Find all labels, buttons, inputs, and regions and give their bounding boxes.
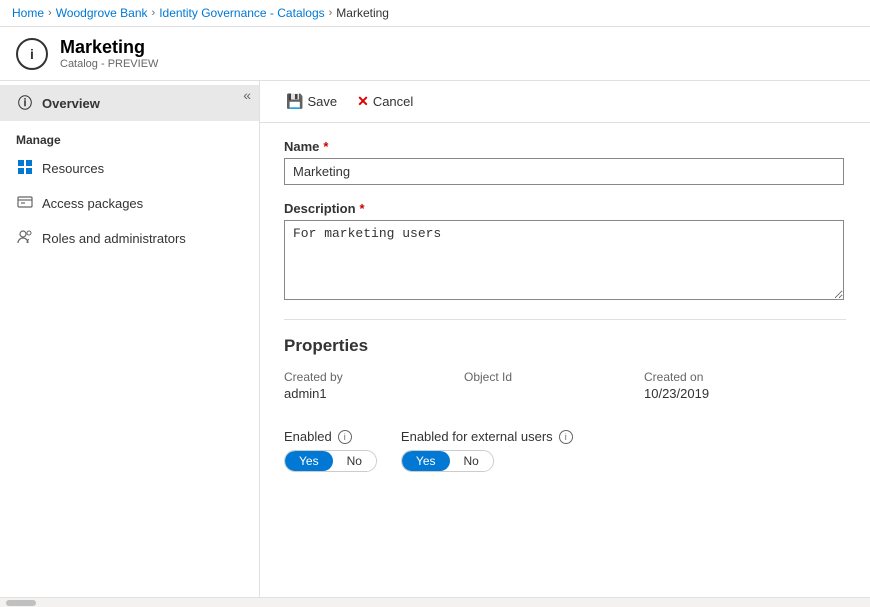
description-required: * — [360, 201, 365, 216]
sidebar: « ⓘ Overview Manage Resources — [0, 81, 260, 597]
sidebar-roles-label: Roles and administrators — [42, 231, 186, 246]
form-area: Name * Description * For marketing users… — [260, 123, 870, 488]
breadcrumb-sep2: › — [152, 7, 156, 19]
ext-users-label-row: Enabled for external users i — [401, 429, 573, 444]
created-by-label: Created by admin1 — [284, 370, 464, 401]
breadcrumb: Home › Woodgrove Bank › Identity Governa… — [0, 0, 870, 27]
save-icon: 💾 — [286, 93, 303, 110]
created-on-label: Created on 10/23/2019 — [644, 370, 824, 401]
save-button[interactable]: 💾 Save — [276, 89, 347, 114]
ext-users-toggle[interactable]: Yes No — [401, 450, 494, 472]
sidebar-access-packages-label: Access packages — [42, 196, 143, 211]
ext-users-label: Enabled for external users — [401, 429, 553, 444]
section-divider — [284, 319, 846, 320]
name-required: * — [323, 139, 328, 154]
sidebar-item-overview[interactable]: ⓘ Overview — [0, 85, 259, 121]
page-title: Marketing — [60, 37, 158, 58]
horizontal-scrollbar[interactable] — [0, 597, 870, 607]
ext-users-toggle-group: Enabled for external users i Yes No — [401, 429, 573, 472]
enabled-no-option[interactable]: No — [333, 451, 376, 471]
sidebar-collapse-button[interactable]: « — [243, 87, 251, 103]
breadcrumb-sep1: › — [48, 7, 52, 19]
object-id-label: Object Id — [464, 370, 644, 401]
main-layout: « ⓘ Overview Manage Resources — [0, 81, 870, 597]
enabled-toggle[interactable]: Yes No — [284, 450, 377, 472]
scrollbar-thumb — [6, 600, 36, 606]
roles-icon — [16, 229, 34, 248]
overview-icon: ⓘ — [16, 93, 34, 113]
sidebar-item-resources[interactable]: Resources — [0, 151, 259, 186]
description-group: Description * For marketing users — [284, 201, 846, 303]
breadcrumb-home[interactable]: Home — [12, 6, 44, 20]
name-label: Name * — [284, 139, 846, 154]
enabled-toggle-group: Enabled i Yes No — [284, 429, 377, 472]
ext-users-info-icon[interactable]: i — [559, 430, 573, 444]
resources-icon — [16, 159, 34, 178]
sidebar-manage-label: Manage — [0, 121, 259, 151]
ext-no-option[interactable]: No — [450, 451, 493, 471]
breadcrumb-governance[interactable]: Identity Governance - Catalogs — [159, 6, 324, 20]
name-group: Name * — [284, 139, 846, 185]
toolbar: 💾 Save ✕ Cancel — [260, 81, 870, 123]
breadcrumb-current: Marketing — [336, 6, 389, 20]
cancel-label: Cancel — [373, 94, 413, 109]
content-area: 💾 Save ✕ Cancel Name * Description * — [260, 81, 870, 597]
properties-title: Properties — [284, 336, 846, 356]
enabled-info-icon[interactable]: i — [338, 430, 352, 444]
page-subtitle: Catalog - PREVIEW — [60, 58, 158, 70]
properties-grid: Created by admin1 Object Id Created on 1… — [284, 370, 846, 401]
access-packages-icon — [16, 194, 34, 213]
sidebar-resources-label: Resources — [42, 161, 104, 176]
save-label: Save — [307, 94, 337, 109]
enabled-label: Enabled — [284, 429, 332, 444]
description-label: Description * — [284, 201, 846, 216]
description-input[interactable]: For marketing users — [284, 220, 844, 300]
sidebar-overview-label: Overview — [42, 96, 100, 111]
enabled-yes-option[interactable]: Yes — [285, 451, 333, 471]
cancel-icon: ✕ — [357, 93, 369, 110]
toggle-row: Enabled i Yes No Enabled for external us… — [284, 421, 846, 472]
sidebar-item-roles[interactable]: Roles and administrators — [0, 221, 259, 256]
header-icon: i — [16, 38, 48, 70]
cancel-button[interactable]: ✕ Cancel — [347, 89, 423, 114]
page-header: i Marketing Catalog - PREVIEW — [0, 27, 870, 81]
sidebar-item-access-packages[interactable]: Access packages — [0, 186, 259, 221]
breadcrumb-bank[interactable]: Woodgrove Bank — [56, 6, 148, 20]
header-text: Marketing Catalog - PREVIEW — [60, 37, 158, 70]
breadcrumb-sep3: › — [329, 7, 333, 19]
enabled-label-row: Enabled i — [284, 429, 377, 444]
name-input[interactable] — [284, 158, 844, 185]
ext-yes-option[interactable]: Yes — [402, 451, 450, 471]
